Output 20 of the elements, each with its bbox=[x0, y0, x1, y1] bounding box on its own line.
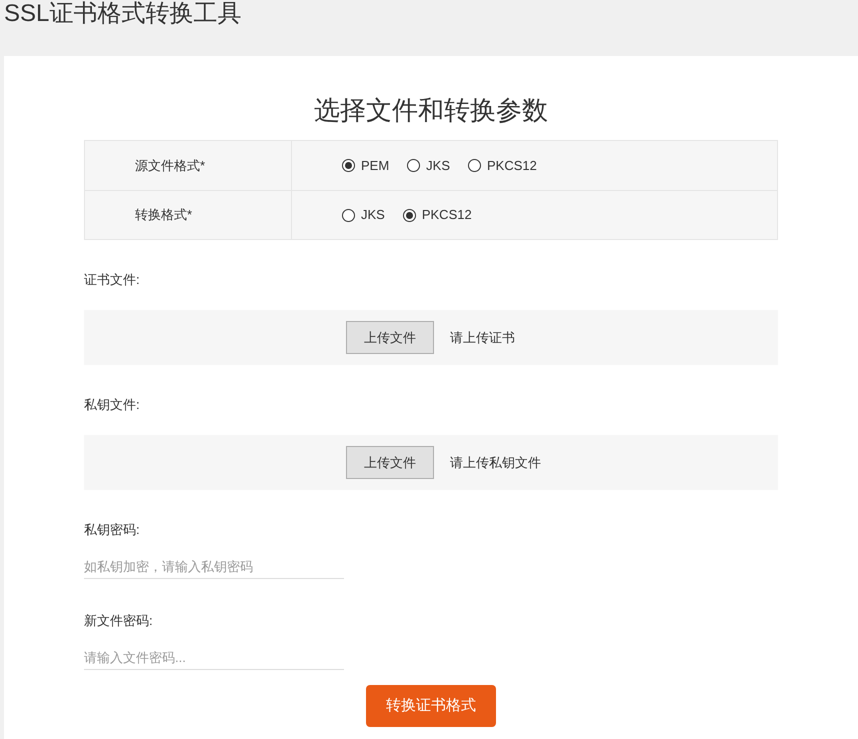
upload-button[interactable]: 上传文件 bbox=[346, 446, 434, 479]
format-radio[interactable]: PKCS12 bbox=[468, 156, 537, 176]
password-field[interactable]: 如私钥加密，请输入私钥密码 bbox=[84, 555, 344, 579]
field-label: 证书文件: bbox=[84, 271, 141, 289]
format-radio[interactable]: PKCS12 bbox=[402, 205, 472, 225]
upload-button[interactable]: 上传文件 bbox=[346, 321, 434, 354]
field-label: 源文件格式* bbox=[135, 156, 206, 175]
format-radio[interactable]: JKS bbox=[342, 205, 385, 225]
upload-hint: 请上传私钥文件 bbox=[450, 454, 541, 472]
field-label: 新文件密码: bbox=[84, 612, 154, 630]
field-label: 私钥密码: bbox=[84, 521, 141, 539]
convert-button[interactable]: 转换证书格式 bbox=[366, 685, 496, 727]
field-label: 私钥文件: bbox=[84, 396, 141, 414]
section-heading: 选择文件和转换参数 bbox=[313, 94, 549, 127]
page-title: SSL证书格式转换工具 bbox=[3, 0, 242, 28]
password-field[interactable]: 请输入文件密码... bbox=[84, 646, 344, 670]
upload-hint: 请上传证书 bbox=[450, 328, 515, 347]
format-radio[interactable]: JKS bbox=[407, 156, 450, 176]
format-radio[interactable]: PEM bbox=[342, 156, 390, 176]
field-label: 转换格式* bbox=[135, 206, 192, 224]
